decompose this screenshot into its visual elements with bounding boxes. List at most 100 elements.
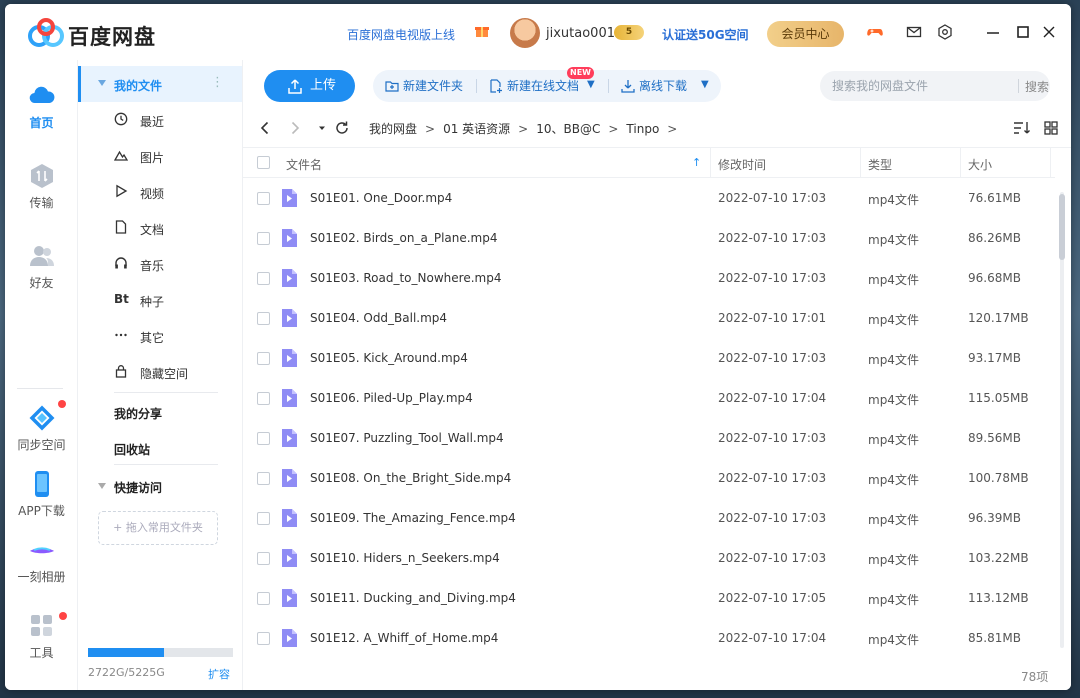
row-checkbox[interactable] (257, 312, 270, 325)
nav-home[interactable]: 首页 (5, 82, 78, 131)
breadcrumb-item[interactable]: 我的网盘 (369, 122, 417, 136)
upload-button[interactable]: 上传 (264, 70, 355, 102)
table-row[interactable]: S01E03. Road_to_Nowhere.mp4 2022-07-10 17… (243, 258, 1055, 298)
sidebar-item-images[interactable]: 图片 (78, 138, 242, 174)
nav-app-download[interactable]: APP下载 (5, 470, 78, 519)
grid-view-icon[interactable] (1043, 120, 1059, 136)
table-row[interactable]: S01E05. Kick_Around.mp4 2022-07-10 17:03 m… (243, 338, 1055, 378)
member-center-button[interactable]: 会员中心 (767, 21, 844, 47)
breadcrumb-item[interactable]: 01 英语资源 (443, 122, 510, 136)
column-header-type[interactable]: 类型 (868, 156, 892, 173)
chevron-down-icon[interactable]: ▼ (587, 79, 595, 90)
sidebar-item-music[interactable]: 音乐 (78, 246, 242, 282)
file-name[interactable]: S01E06. Piled-Up_Play.mp4 (310, 391, 473, 405)
nav-album[interactable]: 一刻相册 (5, 536, 78, 585)
collapse-arrow-icon[interactable] (98, 80, 106, 86)
quick-access-arrow-icon[interactable] (98, 483, 106, 489)
scrollbar-thumb[interactable] (1059, 194, 1065, 260)
history-dropdown-icon[interactable] (314, 120, 330, 136)
column-divider[interactable] (1050, 148, 1051, 178)
sidebar-item-documents[interactable]: 文档 (78, 210, 242, 246)
chevron-down-icon[interactable]: ▼ (701, 79, 709, 90)
file-name[interactable]: S01E02. Birds_on_a_Plane.mp4 (310, 231, 498, 245)
sidebar-item-videos[interactable]: 视频 (78, 174, 242, 210)
column-header-mtime[interactable]: 修改时间 (718, 156, 766, 173)
row-checkbox[interactable] (257, 432, 270, 445)
search-input[interactable] (832, 77, 1002, 95)
table-row[interactable]: S01E02. Birds_on_a_Plane.mp4 2022-07-10 1… (243, 218, 1055, 258)
table-row[interactable]: S01E01. One_Door.mp4 2022-07-10 17:03 mp4文… (243, 178, 1055, 218)
search-button[interactable]: 搜索 (1025, 78, 1049, 95)
column-divider[interactable] (710, 148, 711, 178)
vertical-scrollbar[interactable] (1057, 178, 1067, 658)
file-name[interactable]: S01E12. A_Whiff_of_Home.mp4 (310, 631, 498, 645)
nav-friends[interactable]: 好友 (5, 242, 78, 291)
vip-level-badge[interactable]: 5 (614, 25, 644, 40)
offline-download-button[interactable]: 离线下载 (621, 70, 713, 102)
table-row[interactable]: S01E04. Odd_Ball.mp4 2022-07-10 17:01 mp4文… (243, 298, 1055, 338)
sidebar-recycle-bin[interactable]: 回收站 (114, 441, 150, 458)
refresh-icon[interactable] (334, 120, 350, 136)
breadcrumb-item[interactable]: Tinpo (626, 122, 659, 136)
more-vertical-icon[interactable]: ⋮ (211, 75, 224, 90)
username[interactable]: jixutao001 (546, 26, 615, 41)
game-controller-icon[interactable] (867, 24, 883, 40)
file-name[interactable]: S01E10. Hiders_n_Seekers.mp4 (310, 551, 500, 565)
nav-sync-space[interactable]: 同步空间 (5, 404, 78, 453)
minimize-icon[interactable] (985, 24, 1001, 40)
row-checkbox[interactable] (257, 232, 270, 245)
sort-order-icon[interactable] (1013, 120, 1031, 136)
drop-folder-zone[interactable]: + 拖入常用文件夹 (98, 511, 218, 545)
table-row[interactable]: S01E07. Puzzling_Tool_Wall.mp4 2022-07-10… (243, 418, 1055, 458)
sidebar-item-other[interactable]: 其它 (78, 318, 242, 354)
file-name[interactable]: S01E05. Kick_Around.mp4 (310, 351, 468, 365)
row-checkbox[interactable] (257, 472, 270, 485)
breadcrumb-item[interactable]: 10、BB@C (536, 122, 600, 136)
sidebar-item-torrents[interactable]: Bt 种子 (78, 282, 242, 318)
tv-promo-link[interactable]: 百度网盘电视版上线 (347, 26, 455, 43)
row-checkbox[interactable] (257, 632, 270, 645)
expand-storage-link[interactable]: 扩容 (208, 666, 230, 682)
table-row[interactable]: S01E06. Piled-Up_Play.mp4 2022-07-10 17:0… (243, 378, 1055, 418)
select-all-checkbox[interactable] (257, 156, 270, 169)
column-divider[interactable] (860, 148, 861, 178)
file-name[interactable]: S01E07. Puzzling_Tool_Wall.mp4 (310, 431, 504, 445)
table-row[interactable]: S01E09. The_Amazing_Fence.mp4 2022-07-10 … (243, 498, 1055, 538)
row-checkbox[interactable] (257, 552, 270, 565)
gift-icon[interactable] (475, 24, 489, 38)
sort-ascending-icon[interactable]: ↑ (692, 156, 701, 169)
row-checkbox[interactable] (257, 192, 270, 205)
table-row[interactable]: S01E12. A_Whiff_of_Home.mp4 2022-07-10 17… (243, 618, 1055, 658)
sidebar-item-recent[interactable]: 最近 (78, 102, 242, 138)
file-name[interactable]: S01E03. Road_to_Nowhere.mp4 (310, 271, 501, 285)
scrollbar-track[interactable] (1060, 192, 1064, 648)
sidebar-item-hidden-space[interactable]: 隐藏空间 (78, 354, 242, 390)
row-checkbox[interactable] (257, 512, 270, 525)
certify-bonus-link[interactable]: 认证送50G空间 (662, 26, 749, 43)
mail-icon[interactable] (906, 24, 922, 40)
user-avatar[interactable] (510, 18, 540, 48)
new-folder-button[interactable]: 新建文件夹 (385, 70, 471, 102)
table-row[interactable]: S01E11. Ducking_and_Diving.mp4 2022-07-10… (243, 578, 1055, 618)
sidebar-my-files[interactable]: 我的文件 ⋮ (78, 66, 242, 102)
file-name[interactable]: S01E09. The_Amazing_Fence.mp4 (310, 511, 516, 525)
maximize-icon[interactable] (1015, 24, 1031, 40)
row-checkbox[interactable] (257, 392, 270, 405)
gear-icon[interactable] (937, 24, 953, 40)
file-name[interactable]: S01E04. Odd_Ball.mp4 (310, 311, 447, 325)
row-checkbox[interactable] (257, 592, 270, 605)
file-name[interactable]: S01E08. On_the_Bright_Side.mp4 (310, 471, 511, 485)
sidebar-my-share[interactable]: 我的分享 (114, 405, 162, 422)
nav-transfer[interactable]: 传输 (5, 162, 78, 211)
file-name[interactable]: S01E11. Ducking_and_Diving.mp4 (310, 591, 516, 605)
sidebar-quick-access[interactable]: 快捷访问 (114, 479, 162, 496)
column-divider[interactable] (960, 148, 961, 178)
nav-tools[interactable]: 工具 (5, 612, 78, 661)
column-header-name[interactable]: 文件名 (286, 156, 322, 173)
column-header-size[interactable]: 大小 (968, 156, 992, 173)
close-icon[interactable] (1041, 24, 1057, 40)
file-name[interactable]: S01E01. One_Door.mp4 (310, 191, 452, 205)
row-checkbox[interactable] (257, 352, 270, 365)
table-row[interactable]: S01E10. Hiders_n_Seekers.mp4 2022-07-10 1… (243, 538, 1055, 578)
back-icon[interactable] (257, 120, 273, 136)
